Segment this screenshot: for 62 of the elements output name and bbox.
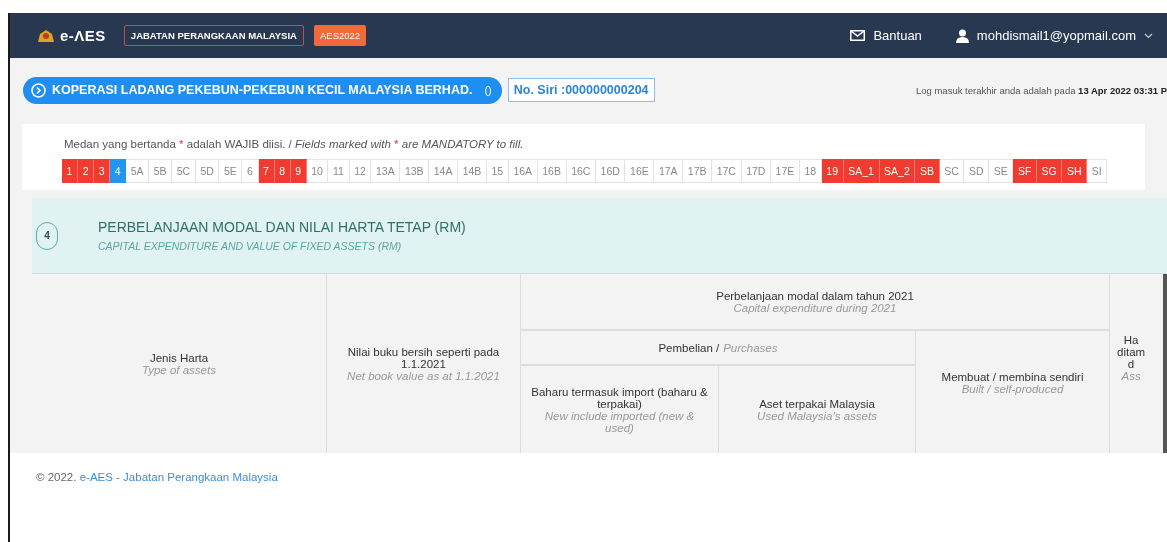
section-tab[interactable]: 13B bbox=[400, 159, 430, 183]
section-tab[interactable]: SB bbox=[915, 159, 940, 183]
footer-link[interactable]: e-AES - Jabatan Perangkaan Malaysia bbox=[79, 471, 278, 483]
section-subtitle: CAPITAL EXPENDITURE AND VALUE OF FIXED ASSETS (RM) bbox=[98, 240, 403, 252]
help-link[interactable]: Bantuan bbox=[850, 28, 922, 43]
chevron-circle-icon bbox=[31, 82, 46, 98]
section-tab[interactable]: 13A bbox=[371, 159, 401, 183]
section-title: PERBELANJAAN MODAL DAN NILAI HARTA TETAP (RM) bbox=[98, 219, 466, 235]
section-tab[interactable]: 15 bbox=[486, 159, 509, 183]
logo-text[interactable]: e-ΛES bbox=[60, 27, 106, 44]
section-tab[interactable]: 17E bbox=[771, 159, 800, 183]
section-tab[interactable]: 17D bbox=[741, 159, 771, 183]
section-tab[interactable]: 17C bbox=[712, 159, 742, 183]
section-tab[interactable]: 5C bbox=[172, 159, 196, 183]
table-header-cell: Ha ditam d Ass bbox=[1110, 274, 1167, 453]
section-tab[interactable]: 5D bbox=[195, 159, 220, 183]
section-tab[interactable]: SE bbox=[989, 159, 1014, 183]
section-tab[interactable]: SH bbox=[1062, 159, 1088, 183]
section-tab[interactable]: 16C bbox=[566, 159, 596, 183]
chevron-down-icon bbox=[1144, 32, 1153, 39]
crest-icon bbox=[36, 27, 56, 44]
serial-number: No. Siri :000000000204 bbox=[507, 78, 655, 102]
section-tab[interactable]: SI bbox=[1087, 159, 1108, 183]
company-button[interactable]: KOPERASI LADANG PEKEBUN-PEKEBUN KECIL MALAYSIA BERHAD. () bbox=[23, 76, 502, 104]
user-menu[interactable]: mohdismail1@yopmail.com bbox=[955, 28, 1153, 43]
section-tab[interactable]: 16E bbox=[625, 159, 655, 183]
year-badge: AES2022 bbox=[313, 25, 367, 46]
section-tab[interactable]: 5E bbox=[219, 159, 243, 183]
table-header-cell: Pembelian / Purchases bbox=[521, 331, 916, 366]
section-tab[interactable]: 18 bbox=[799, 159, 822, 183]
table-header-cell: Perbelanjaan modal dalam tahun 2021 Capital expenditure during 2021 bbox=[521, 274, 1110, 331]
section-tab[interactable]: 5B bbox=[149, 159, 173, 183]
mandatory-notice: Medan yang bertanda * adalah WAJIB diisi. / Fields marked with * are MANDATORY to fill. bbox=[64, 138, 525, 150]
section-tab[interactable]: SD bbox=[964, 159, 990, 183]
section-tab[interactable]: 3 bbox=[94, 159, 111, 183]
section-tab[interactable]: SA_1 bbox=[843, 159, 880, 183]
section-tab[interactable]: 17A bbox=[654, 159, 684, 183]
section-tab[interactable]: 19 bbox=[821, 159, 844, 183]
user-icon bbox=[955, 28, 969, 43]
section-tab[interactable]: 1 bbox=[62, 159, 79, 183]
scrollbar[interactable] bbox=[1163, 274, 1167, 453]
mail-icon bbox=[850, 30, 866, 41]
section-tab[interactable]: 12 bbox=[349, 159, 372, 183]
section-tab[interactable]: 16D bbox=[596, 159, 626, 183]
section-tab[interactable]: 5A bbox=[126, 159, 150, 183]
section-tab[interactable]: 14A bbox=[429, 159, 459, 183]
section-tab[interactable]: 17B bbox=[683, 159, 713, 183]
last-login-text: Log masuk terakhir anda adalah pada 13 Apr 2022 03:31 P bbox=[915, 84, 1167, 96]
section-tab[interactable]: SG bbox=[1036, 159, 1063, 183]
agency-label: JABATAN PERANGKAAN MALAYSIA bbox=[123, 25, 304, 46]
section-tab[interactable]: SC bbox=[939, 159, 965, 183]
section-tab[interactable]: 14B bbox=[458, 159, 487, 183]
section-tab[interactable]: 16A bbox=[508, 159, 538, 183]
section-tab[interactable]: 16B bbox=[537, 159, 567, 183]
copyright-text: © 2022. e-AES - Jabatan Perangkaan Malaysia bbox=[36, 471, 278, 483]
section-tab[interactable]: 4 bbox=[110, 159, 127, 183]
section-tab[interactable]: 6 bbox=[242, 159, 259, 183]
section-tab[interactable]: 2 bbox=[78, 159, 95, 183]
section-tab[interactable]: 10 bbox=[306, 159, 329, 183]
section-tab[interactable]: SA_2 bbox=[879, 159, 916, 183]
section-tab[interactable]: SF bbox=[1013, 159, 1037, 183]
section-tab[interactable]: 11 bbox=[328, 159, 350, 183]
